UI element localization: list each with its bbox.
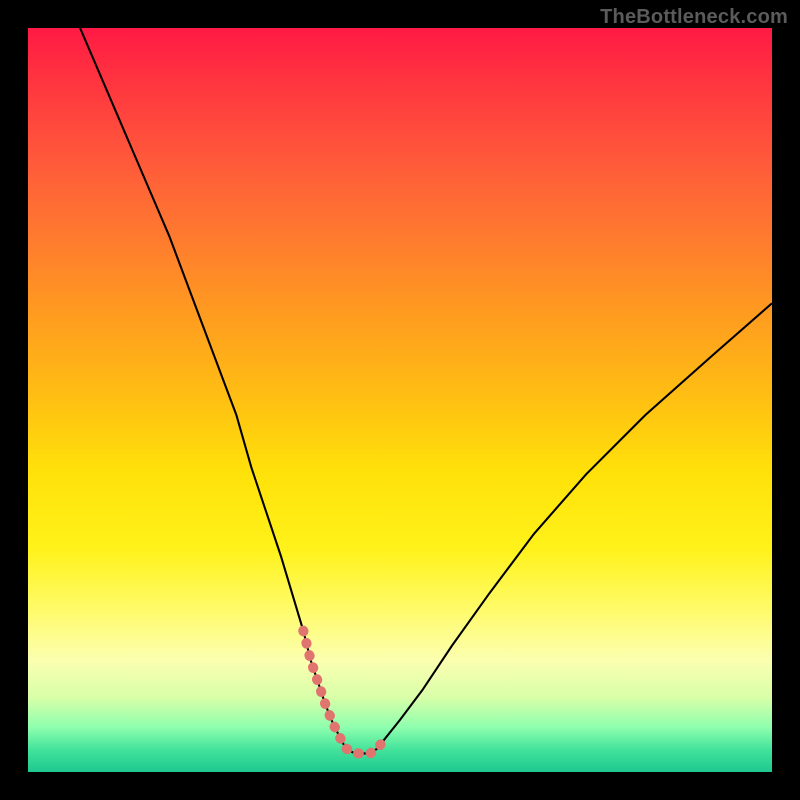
chart-frame: TheBottleneck.com [0, 0, 800, 800]
bottleneck-curve [80, 28, 772, 753]
chart-svg [28, 28, 772, 772]
plot-area [28, 28, 772, 772]
watermark-label: TheBottleneck.com [600, 6, 788, 29]
optimal-zone-highlight [303, 631, 385, 754]
